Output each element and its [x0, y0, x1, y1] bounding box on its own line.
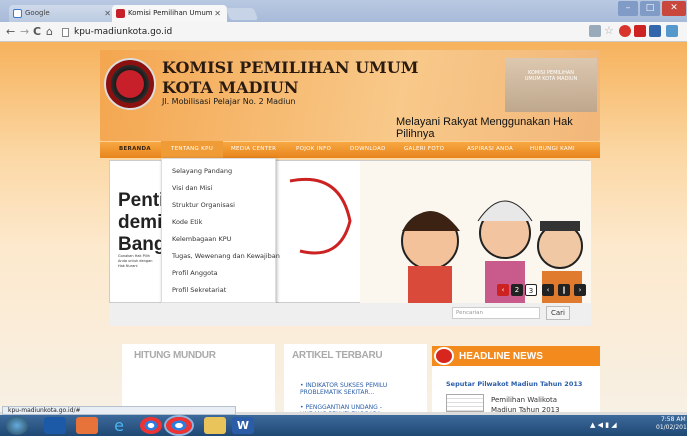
article-text: INDIKATOR SUKSES PEMILU PROBLEMATIK SEKI…	[300, 382, 388, 396]
banner-caption: Gunakan Hak Pilih Anda untuk dengan Hak …	[118, 254, 153, 268]
kpu-logo	[104, 58, 156, 110]
back-button[interactable]: ←	[6, 24, 15, 40]
system-tray-icons[interactable]: ▲ ◀ ▮ ◢	[590, 421, 642, 431]
kpu-favicon-icon	[116, 9, 125, 18]
tab-kpu[interactable]: Komisi Pemilihan Umum ✕	[112, 5, 227, 22]
close-tab-icon[interactable]: ✕	[104, 5, 111, 22]
chrome-icon[interactable]	[140, 417, 162, 434]
slider-prev-button[interactable]: ‹	[497, 284, 509, 296]
headline-title: HEADLINE NEWS	[459, 351, 543, 362]
tentang-kpu-dropdown	[161, 158, 276, 303]
taskbar-clock[interactable]: 7:58 AM 01/02/2016	[656, 416, 687, 432]
article-link[interactable]: • INDIKATOR SUKSES PEMILU PROBLEMATIK SE…	[300, 382, 410, 396]
nav-galeri-foto[interactable]: GALERI FOTO	[404, 145, 444, 154]
dropdown-item[interactable]: Selayang Pandang	[172, 167, 232, 175]
dropdown-item[interactable]: Profil Sekretariat	[172, 286, 226, 294]
chrome-active-icon[interactable]	[166, 417, 192, 434]
extension-icon[interactable]	[649, 25, 661, 37]
start-button[interactable]	[6, 416, 28, 435]
search-input[interactable]: Pencarian	[452, 307, 540, 319]
extension-icon[interactable]	[634, 25, 646, 37]
nav-media-center[interactable]: MEDIA CENTER	[231, 145, 276, 154]
windows-taskbar	[0, 415, 687, 436]
clock-date: 01/02/2016	[656, 424, 687, 431]
nav-pojok-info[interactable]: POJOK INFO	[296, 145, 331, 154]
forward-button[interactable]: →	[20, 24, 29, 40]
photoshop-icon[interactable]	[44, 417, 66, 434]
site-subtitle: KOTA MADIUN	[162, 78, 299, 97]
building-caption: KOMISI PEMILIHAN UMUM KOTA MADIUN	[524, 70, 578, 82]
slider-next-button[interactable]: ›	[574, 284, 586, 296]
page-icon	[62, 28, 69, 37]
tab-title: Google	[25, 9, 50, 17]
address-bar[interactable]: kpu-madiunkota.go.id	[60, 25, 580, 40]
nav-aspirasi-anda[interactable]: ASPIRASI ANDA	[467, 145, 513, 154]
dropdown-item[interactable]: Kode Etik	[172, 218, 202, 226]
bookmark-star-icon[interactable]: ☆	[604, 25, 616, 37]
new-tab-button[interactable]	[225, 8, 259, 20]
home-button[interactable]: ⌂	[46, 24, 53, 40]
headline-thumbnail	[446, 394, 484, 412]
site-title: KOMISI PEMILIHAN UMUM	[162, 58, 419, 77]
dropdown-item[interactable]: Kelembagaan KPU	[172, 235, 231, 243]
search-button[interactable]: Cari	[546, 306, 570, 320]
adblock-icon[interactable]	[619, 25, 631, 37]
translate-icon[interactable]	[589, 25, 601, 37]
site-slogan: Melayani Rakyat Menggunakan Hak Pilihnya	[396, 116, 573, 140]
headline-news-icon	[434, 347, 454, 365]
slider-page-button[interactable]: 3	[525, 284, 537, 296]
slider-pause-button[interactable]: ‖	[558, 284, 570, 296]
maximize-button[interactable]: □	[640, 1, 660, 16]
dropdown-item[interactable]: Visi dan Misi	[172, 184, 212, 192]
minimize-button[interactable]: –	[618, 1, 638, 16]
tab-title: Komisi Pemilihan Umum	[128, 9, 213, 17]
site-header: KOMISI PEMILIHAN UMUM KOTA MADIUN Jl. Mo…	[100, 50, 600, 141]
article-link[interactable]: • PENGGANTIAN UNDANG - UNDANG PENYELENGG…	[300, 404, 410, 412]
media-player-icon[interactable]	[76, 417, 98, 434]
word-icon[interactable]: W	[232, 417, 254, 434]
reload-button[interactable]: C	[33, 24, 41, 40]
nav-beranda[interactable]: BERANDA	[119, 145, 151, 154]
status-bar: kpu-madiunkota.go.id/#	[2, 406, 236, 415]
dropdown-item[interactable]: Tugas, Wewenang dan Kewajiban	[172, 252, 280, 260]
headline-link[interactable]: Seputar Pilwakot Madiun Tahun 2013	[446, 381, 582, 388]
article-text: PENGGANTIAN UNDANG - UNDANG PENYELENGGAR…	[300, 404, 387, 412]
articles-title: ARTIKEL TERBARU	[292, 350, 383, 361]
nav-download[interactable]: DOWNLOAD	[350, 145, 386, 154]
slider-page-button[interactable]: 2	[511, 284, 523, 296]
nav-hubungi-kami[interactable]: HUBUNGI KAMI	[530, 145, 575, 154]
close-window-button[interactable]: ✕	[662, 1, 686, 16]
dropdown-item[interactable]: Struktur Organisasi	[172, 201, 235, 209]
headline-snippet: Pemilihan Walikota Madiun Tahun 2013	[491, 396, 560, 412]
menu-icon[interactable]	[666, 25, 678, 37]
web-page: KOMISI PEMILIHAN UMUM KOTA MADIUN Jl. Mo…	[0, 42, 687, 412]
banner-headline: Penti demi Bangs	[118, 190, 177, 255]
nav-tentang-kpu[interactable]: TENTANG KPU	[171, 145, 213, 154]
clock-time: 7:58 AM	[660, 416, 686, 423]
file-explorer-icon[interactable]	[204, 417, 226, 434]
internet-explorer-icon[interactable]: e	[108, 417, 130, 434]
close-tab-icon[interactable]: ✕	[214, 5, 221, 22]
office-building-image	[505, 58, 597, 112]
countdown-title: HITUNG MUNDUR	[134, 350, 216, 361]
dropdown-item[interactable]: Profil Anggota	[172, 269, 218, 277]
google-favicon-icon	[13, 9, 22, 18]
url-text: kpu-madiunkota.go.id	[74, 27, 173, 37]
slider-back-button[interactable]: ‹	[542, 284, 554, 296]
site-address: Jl. Mobilisasi Pelajar No. 2 Madiun	[162, 97, 296, 106]
